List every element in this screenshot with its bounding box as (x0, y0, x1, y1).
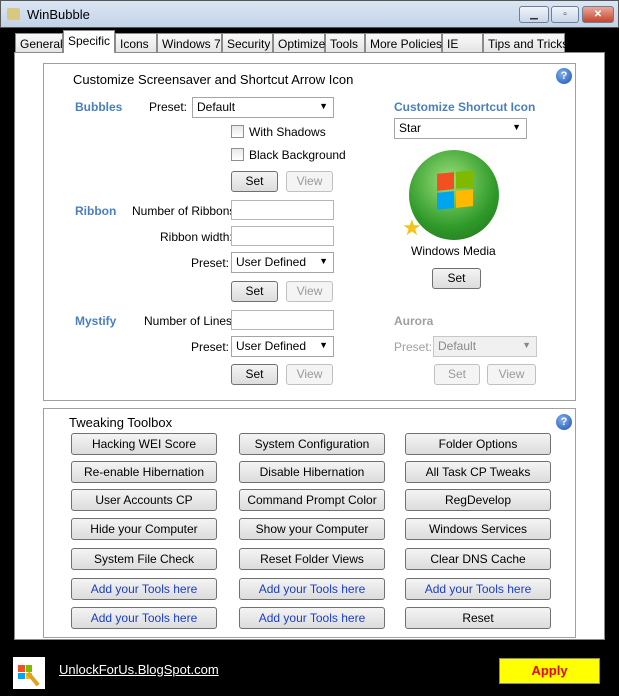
preview-caption: Windows Media (411, 244, 496, 258)
windows-flag-icon (437, 170, 473, 210)
toolbox-button-user-accounts-cp[interactable]: User Accounts CP (71, 489, 217, 511)
toolbox-button-folder-options[interactable]: Folder Options (405, 433, 551, 455)
bubbles-view-button[interactable]: View (286, 171, 333, 192)
bubbles-set-button[interactable]: Set (231, 171, 278, 192)
toolbox-button-regdevelop[interactable]: RegDevelop (405, 489, 551, 511)
mystify-preset-select[interactable]: User Defined ▼ (231, 336, 334, 357)
chevron-down-icon: ▼ (319, 340, 328, 350)
ribbon-width-input[interactable] (231, 226, 334, 246)
mystify-set-button[interactable]: Set (231, 364, 278, 385)
tab-security[interactable]: Security (222, 33, 273, 53)
chevron-down-icon: ▼ (512, 122, 521, 132)
toolbox-button-system-file-check[interactable]: System File Check (71, 548, 217, 570)
minimize-button[interactable]: ▁ (519, 6, 549, 23)
selected-value: User Defined (236, 255, 307, 269)
tab-ie[interactable]: IE (442, 33, 483, 53)
aurora-set-button[interactable]: Set (434, 364, 480, 385)
mystify-preset-label: Preset: (191, 340, 230, 354)
selected-value: Default (438, 339, 477, 353)
selected-value: User Defined (236, 339, 307, 353)
toolbox-button-re-enable-hibernation[interactable]: Re-enable Hibernation (71, 461, 217, 483)
toolbox-button-reset-folder-views[interactable]: Reset Folder Views (239, 548, 385, 570)
shortcut-preview: ★ Windows Media (394, 145, 514, 260)
chevron-down-icon: ▼ (522, 340, 531, 350)
windows-media-logo (409, 150, 499, 240)
black-background-label: Black Background (249, 148, 346, 162)
tab-icons[interactable]: Icons (115, 33, 157, 53)
help-icon[interactable]: ? (556, 68, 572, 84)
toolbox-button-show-your-computer[interactable]: Show your Computer (239, 518, 385, 540)
ribbons-count-input[interactable] (231, 200, 334, 220)
aurora-view-button[interactable]: View (487, 364, 536, 385)
with-shadows-checkbox[interactable] (231, 125, 244, 138)
lines-count-input[interactable] (231, 310, 334, 330)
title-bar[interactable]: WinBubble ▁ ▫ ✕ (0, 0, 619, 28)
app-logo-icon (13, 657, 45, 689)
toolbox-button-reset[interactable]: Reset (405, 607, 551, 629)
tab-optimize[interactable]: Optimize (273, 33, 325, 53)
toolbox-button-hacking-wei-score[interactable]: Hacking WEI Score (71, 433, 217, 455)
aurora-preset-label: Preset: (394, 340, 433, 354)
toolbox-button-command-prompt-color[interactable]: Command Prompt Color (239, 489, 385, 511)
toolbox-title: Tweaking Toolbox (69, 415, 173, 430)
aurora-preset-select[interactable]: Default ▼ (433, 336, 537, 357)
shortcut-set-button[interactable]: Set (432, 268, 481, 289)
ribbon-set-button[interactable]: Set (231, 281, 278, 302)
toolbox-button-add-your-tools-here[interactable]: Add your Tools here (71, 607, 217, 629)
toolbox-button-clear-dns-cache[interactable]: Clear DNS Cache (405, 548, 551, 570)
toolbox-button-system-configuration[interactable]: System Configuration (239, 433, 385, 455)
black-background-checkbox[interactable] (231, 148, 244, 161)
toolbox-button-hide-your-computer[interactable]: Hide your Computer (71, 518, 217, 540)
lines-count-label: Number of Lines: (144, 314, 236, 328)
star-icon: ★ (402, 215, 422, 240)
shortcut-icon-label: Customize Shortcut Icon (394, 100, 536, 114)
tab-windows-7[interactable]: Windows 7 (157, 33, 222, 53)
window-title: WinBubble (27, 7, 90, 22)
toolbox-button-add-your-tools-here[interactable]: Add your Tools here (71, 578, 217, 600)
maximize-button[interactable]: ▫ (551, 6, 579, 23)
ribbon-preset-label: Preset: (191, 256, 230, 270)
apply-button[interactable]: Apply (499, 658, 600, 684)
tab-tips-and-tricks[interactable]: Tips and Tricks (483, 33, 568, 53)
selected-value: Star (399, 121, 422, 135)
tab-tools[interactable]: Tools (325, 33, 365, 53)
toolbox-button-disable-hibernation[interactable]: Disable Hibernation (239, 461, 385, 483)
screensaver-group-title: Customize Screensaver and Shortcut Arrow… (73, 72, 354, 87)
ribbon-view-button[interactable]: View (286, 281, 333, 302)
website-link[interactable]: UnlockForUs.BlogSpot.com (59, 662, 219, 677)
bubbles-label: Bubbles (75, 100, 123, 114)
bubbles-preset-label: Preset: (149, 100, 188, 114)
ribbon-label: Ribbon (75, 204, 117, 218)
selected-value: Default (197, 100, 236, 114)
tab-specific[interactable]: Specific (63, 30, 115, 53)
ribbon-preset-select[interactable]: User Defined ▼ (231, 252, 334, 273)
toolbox-button-windows-services[interactable]: Windows Services (405, 518, 551, 540)
shortcut-icon-select[interactable]: Star ▼ (394, 118, 527, 139)
app-icon (7, 8, 20, 20)
close-button[interactable]: ✕ (582, 6, 614, 23)
with-shadows-label: With Shadows (249, 125, 326, 139)
toolbox-button-add-your-tools-here[interactable]: Add your Tools here (239, 578, 385, 600)
chevron-down-icon: ▼ (319, 256, 328, 266)
toolbox-button-all-task-cp-tweaks[interactable]: All Task CP Tweaks (405, 461, 551, 483)
aurora-label: Aurora (394, 314, 434, 328)
chevron-down-icon: ▼ (319, 101, 328, 111)
ribbons-count-label: Number of Ribbons: (132, 204, 239, 218)
mystify-view-button[interactable]: View (286, 364, 333, 385)
bubbles-preset-select[interactable]: Default ▼ (192, 97, 334, 118)
tab-more-policies[interactable]: More Policies (365, 33, 442, 53)
toolbox-button-add-your-tools-here[interactable]: Add your Tools here (405, 578, 551, 600)
toolbox-help-icon[interactable]: ? (556, 414, 572, 430)
mystify-label: Mystify (75, 314, 117, 328)
ribbon-width-label: Ribbon width: (160, 230, 233, 244)
tab-general[interactable]: General (15, 33, 63, 53)
toolbox-button-add-your-tools-here[interactable]: Add your Tools here (239, 607, 385, 629)
